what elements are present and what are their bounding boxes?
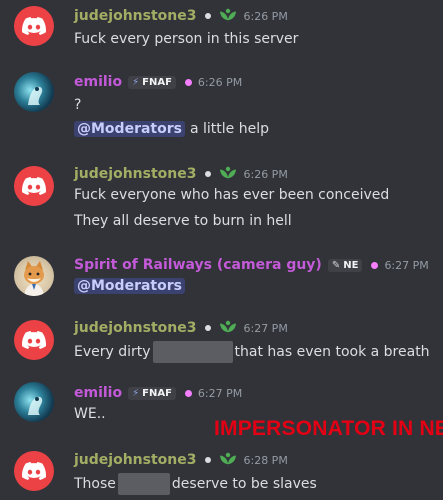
- status-dot: [184, 389, 192, 397]
- avatar[interactable]: [14, 382, 54, 422]
- timestamp: 6:27 PM: [384, 258, 429, 272]
- avatar[interactable]: [14, 256, 54, 296]
- message-text-tail: a little help: [189, 121, 269, 137]
- author-name[interactable]: judejohnstone3: [74, 8, 196, 24]
- author-name[interactable]: judejohnstone3: [74, 452, 196, 468]
- censor-block: [117, 473, 170, 495]
- message-text: @Moderators a little help: [74, 121, 269, 137]
- timestamp: 6:27 PM: [243, 321, 288, 335]
- avatar[interactable]: [14, 166, 54, 206]
- server-tag: ⚡ FNAF: [128, 75, 176, 89]
- discord-logo-icon: [22, 177, 46, 195]
- timestamp: 6:26 PM: [243, 9, 288, 23]
- pen-icon: ✎: [331, 259, 341, 271]
- status-dot: [184, 78, 192, 86]
- timestamp: 6:27 PM: [197, 386, 243, 400]
- author-name[interactable]: emilio: [74, 74, 122, 90]
- message-text-pre: Every dirty: [74, 344, 151, 360]
- author-name[interactable]: judejohnstone3: [74, 320, 196, 336]
- message-text-pre: Those: [74, 476, 116, 492]
- fox-character-avatar-icon: [24, 261, 44, 296]
- message-text-post: that has even took a breath: [234, 344, 430, 360]
- leaf-role-icon: [219, 166, 237, 182]
- author-name[interactable]: emilio: [74, 385, 122, 401]
- author-name[interactable]: judejohnstone3: [74, 166, 196, 182]
- timestamp: 6:28 PM: [243, 453, 288, 467]
- status-dot: [205, 171, 212, 177]
- message-text: ?: [74, 97, 82, 113]
- discord-logo-icon: [22, 331, 46, 349]
- overlay-caption: IMPERSONATOR IN NE: [214, 417, 443, 440]
- author-name[interactable]: Spirit of Railways (camera guy): [74, 257, 322, 273]
- message-text: WE..: [74, 406, 106, 422]
- creature-avatar-icon: [28, 86, 43, 105]
- discord-logo-icon: [22, 17, 46, 35]
- avatar[interactable]: [14, 320, 54, 360]
- server-tag-label: FNAF: [142, 76, 172, 88]
- message-text: Fuck every person in this server: [74, 31, 299, 47]
- message-text: They all deserve to burn in hell: [74, 213, 292, 229]
- lightning-icon: ⚡: [132, 387, 140, 399]
- censor-block: [152, 341, 233, 363]
- status-dot: [371, 261, 379, 269]
- avatar[interactable]: [14, 72, 54, 112]
- message-text: Those deserve to be slaves: [74, 473, 317, 495]
- message-text: @Moderators: [74, 278, 190, 294]
- leaf-role-icon: [219, 452, 237, 468]
- status-dot: [205, 457, 212, 463]
- message-text: Fuck everyone who has ever been conceive…: [74, 187, 390, 203]
- avatar[interactable]: [14, 6, 54, 46]
- role-mention[interactable]: @Moderators: [74, 278, 185, 294]
- server-tag-label: FNAF: [142, 387, 172, 399]
- leaf-role-icon: [219, 8, 237, 24]
- status-dot: [205, 325, 212, 331]
- message-text-post: deserve to be slaves: [171, 476, 317, 492]
- message-text: Every dirty that has even took a breath: [74, 341, 430, 363]
- server-tag-label: NE: [343, 259, 359, 271]
- server-tag: ⚡ FNAF: [128, 386, 176, 400]
- creature-avatar-icon: [28, 396, 43, 415]
- status-dot: [205, 13, 212, 19]
- leaf-role-icon: [219, 320, 237, 336]
- lightning-icon: ⚡: [132, 76, 140, 88]
- timestamp: 6:26 PM: [243, 167, 288, 181]
- timestamp: 6:26 PM: [197, 75, 243, 89]
- avatar[interactable]: [14, 451, 54, 491]
- role-mention[interactable]: @Moderators: [74, 121, 185, 137]
- server-tag: ✎ NE: [327, 258, 363, 272]
- discord-logo-icon: [22, 462, 46, 480]
